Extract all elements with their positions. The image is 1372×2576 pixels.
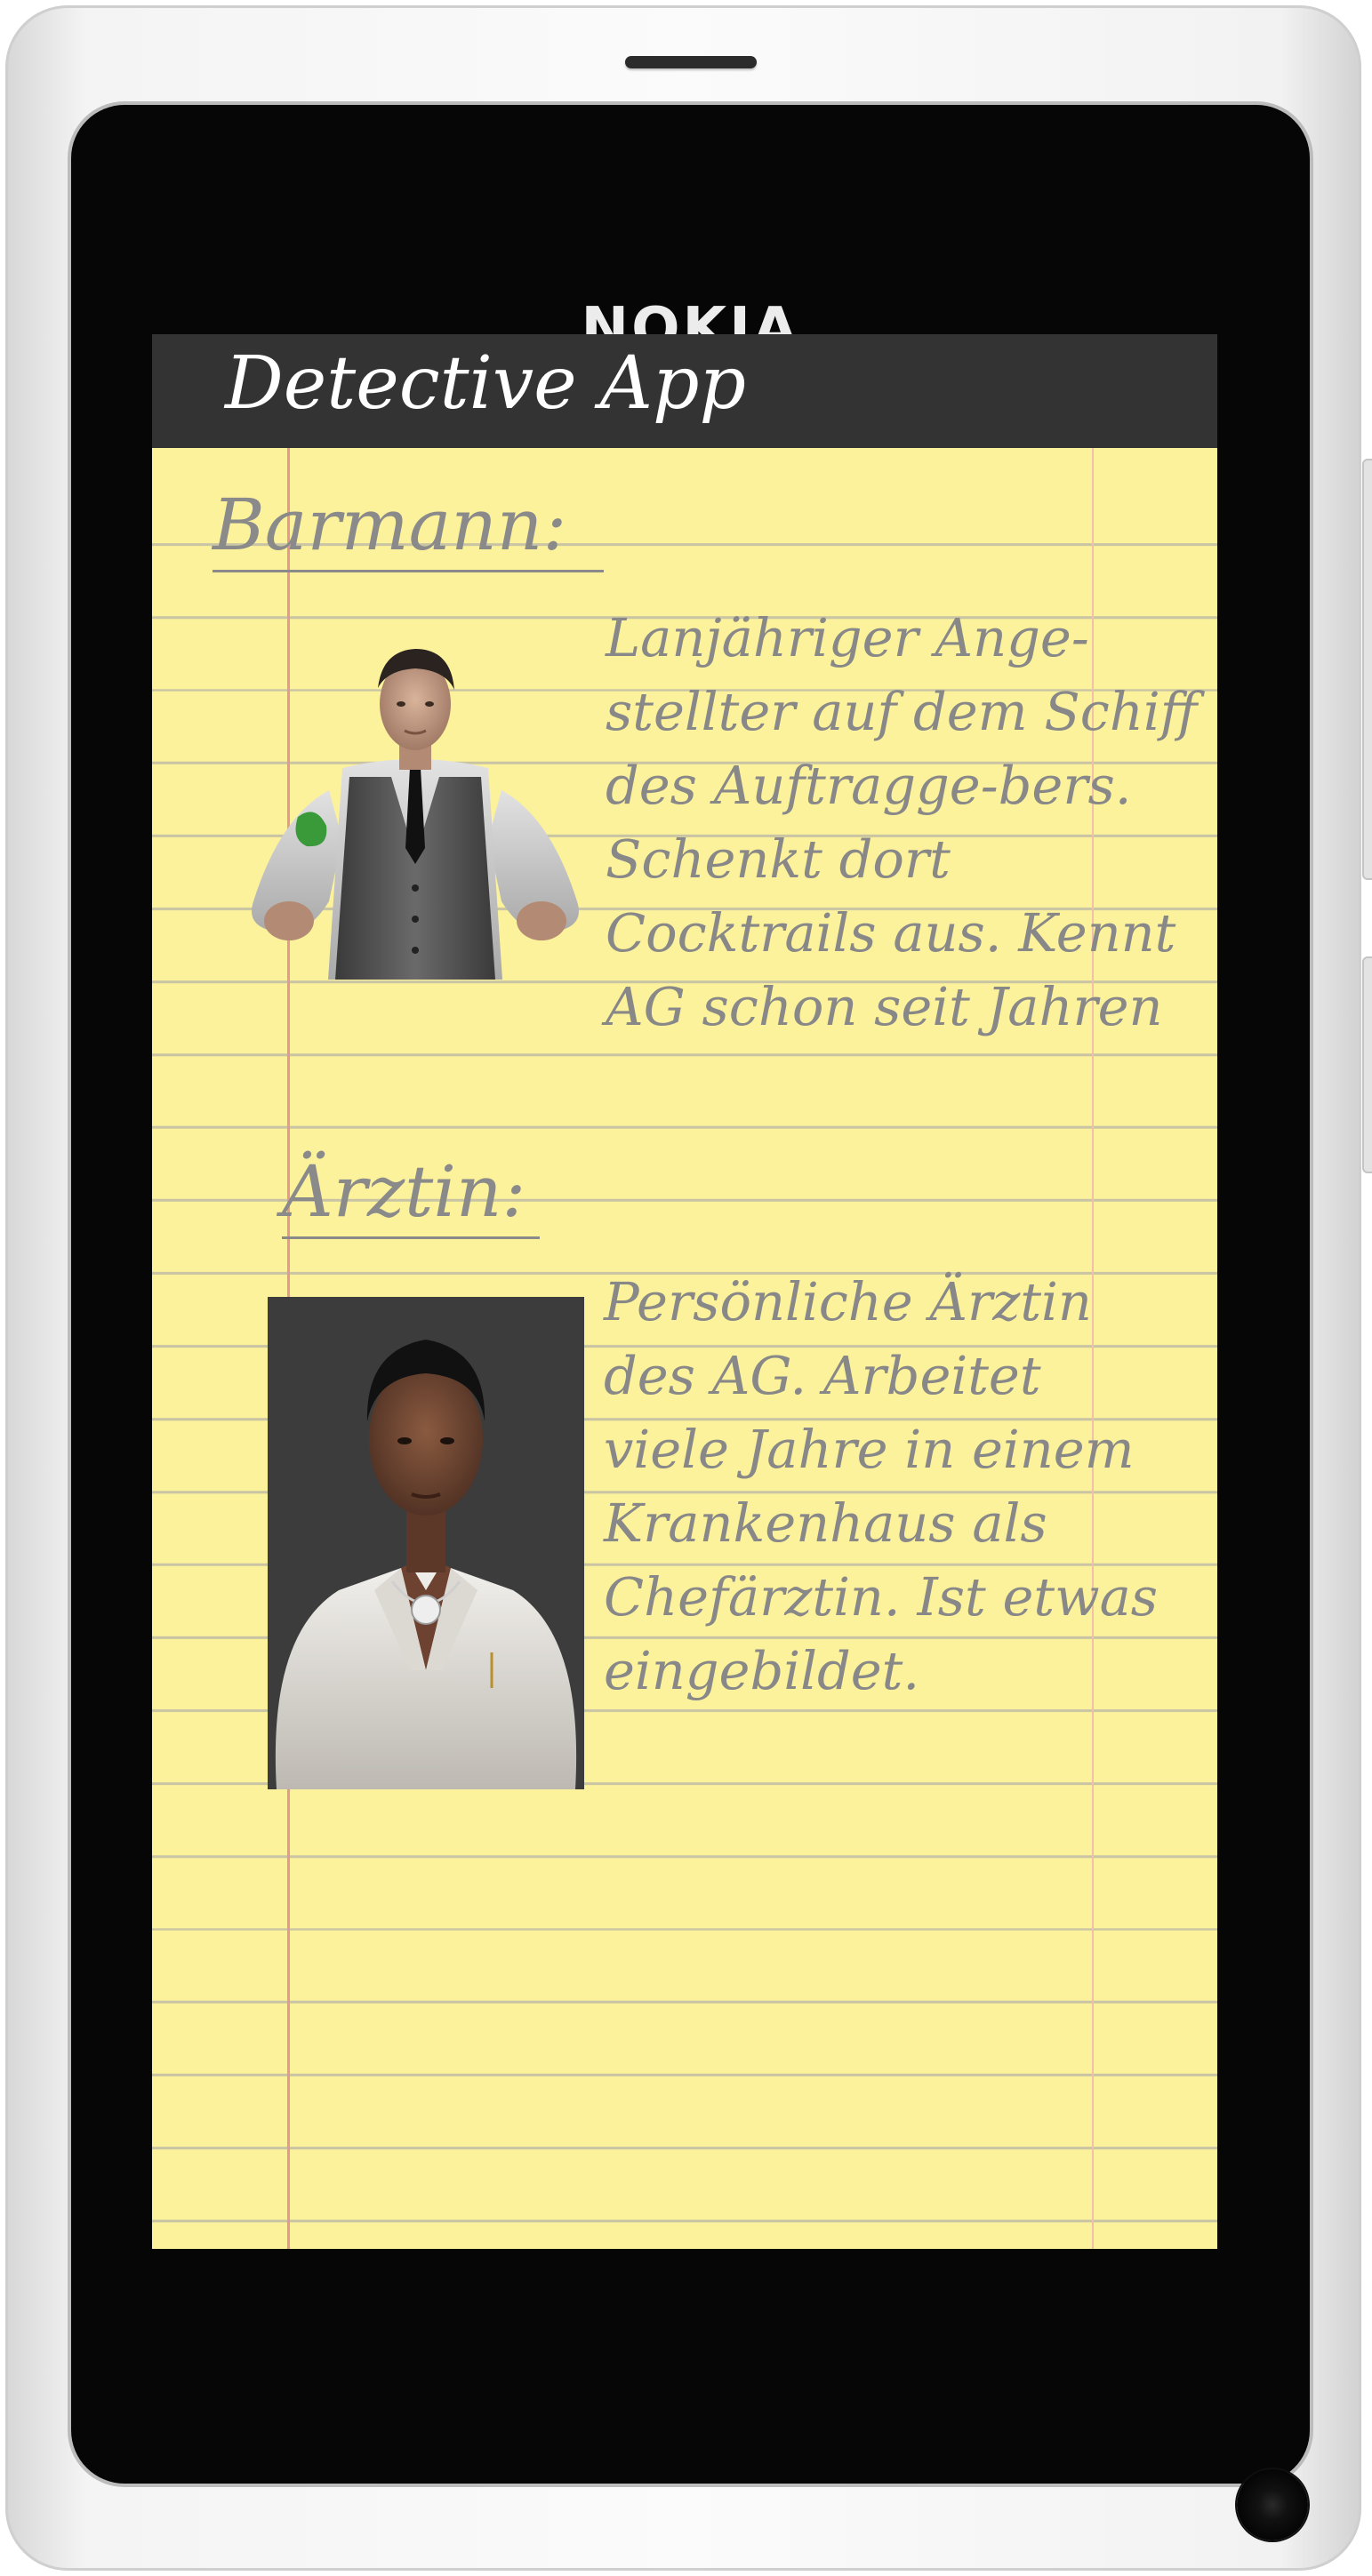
power-button[interactable] (1362, 956, 1372, 1173)
barmann-portrait-image (252, 649, 579, 980)
aerztin-portrait-image (268, 1297, 584, 1789)
earpiece-speaker (625, 56, 757, 68)
barmann-portrait[interactable] (245, 635, 586, 980)
character-heading-barmann: Barmann: (213, 484, 604, 572)
front-camera-icon (1237, 2469, 1308, 2540)
aerztin-portrait[interactable] (268, 1297, 584, 1789)
notepad-page[interactable]: Barmann: Lanjähriger Ange-stellter auf d… (152, 448, 1217, 2249)
character-description-barmann: Lanjähriger Ange-stellter auf dem Schiff… (606, 607, 1198, 1037)
app-title: Detective App (225, 341, 746, 426)
character-heading-aerztin: Ärztin: (282, 1150, 540, 1239)
volume-button[interactable] (1362, 459, 1372, 880)
app-header: Detective App (152, 334, 1217, 448)
character-description-aerztin: Persönliche Ärztin des AG. Arbeitet viel… (604, 1271, 1159, 1701)
app-screen[interactable]: Detective App Barmann: Lanjähriger Ange-… (152, 334, 1217, 2249)
